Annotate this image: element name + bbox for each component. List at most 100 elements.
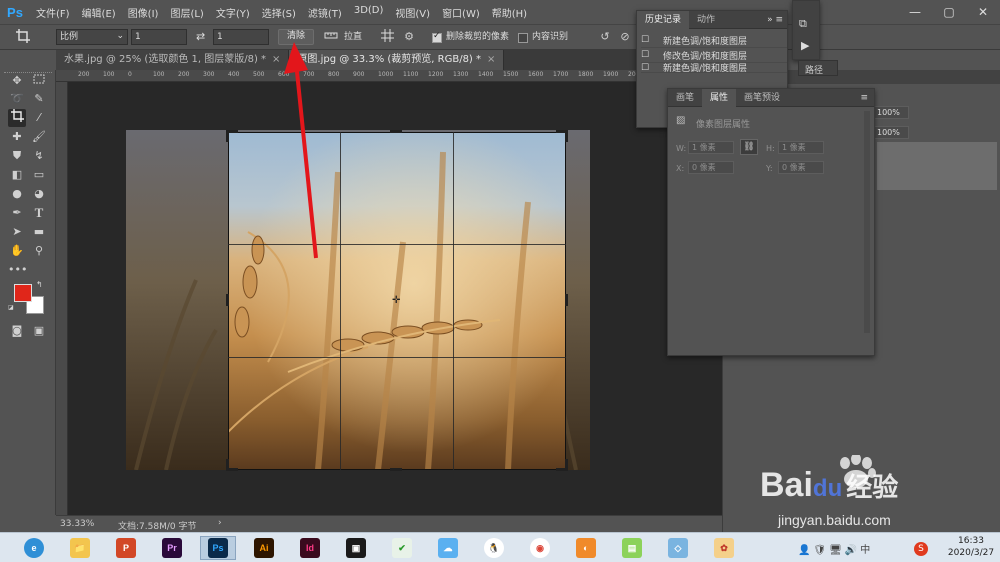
- menu-item[interactable]: 滤镜(T): [302, 5, 348, 20]
- menu-item[interactable]: 图层(L): [164, 5, 209, 20]
- history-item[interactable]: ☐ 新建色调/饱和度图层: [641, 33, 787, 48]
- clock[interactable]: 16:33 2020/3/27: [946, 535, 996, 559]
- menu-item[interactable]: 视图(V): [389, 5, 436, 20]
- straighten-label[interactable]: 拉直: [344, 29, 362, 45]
- close-icon[interactable]: ×: [487, 50, 495, 70]
- quick-select-tool-icon[interactable]: ✎: [30, 90, 48, 108]
- crop-tool-preset-icon[interactable]: [14, 29, 32, 47]
- taskbar-app-fox-icon[interactable]: ◐: [568, 536, 604, 560]
- history-item[interactable]: ☐ 新建色调/饱和度图层: [641, 63, 787, 73]
- eyedropper-tool-icon[interactable]: ⁄: [30, 109, 48, 127]
- crop-handle-top-left[interactable]: [226, 130, 229, 142]
- history-item[interactable]: ☐ 修改色调/饱和度图层: [641, 48, 787, 63]
- pen-tool-icon[interactable]: ✒: [8, 204, 26, 222]
- taskbar-browser-icon[interactable]: e: [16, 536, 52, 560]
- close-button[interactable]: ✕: [966, 0, 1000, 24]
- screen-mode-icon[interactable]: ▣: [30, 322, 48, 340]
- width-field[interactable]: 1 像素: [688, 141, 734, 154]
- more-tools-icon[interactable]: •••: [8, 261, 27, 279]
- swap-icon[interactable]: ⇄: [196, 29, 205, 45]
- taskbar-app-chat-icon[interactable]: ☁: [430, 536, 466, 560]
- panel-menu-icon[interactable]: » ≡: [767, 15, 787, 25]
- ratio-width-input[interactable]: 1: [131, 29, 187, 45]
- healing-brush-tool-icon[interactable]: ✚: [8, 128, 26, 146]
- crop-handle-top[interactable]: [390, 130, 402, 133]
- crop-handle-right[interactable]: [565, 294, 568, 306]
- grid-overlay-icon[interactable]: [378, 29, 396, 45]
- tab-brush[interactable]: 画笔: [668, 89, 702, 107]
- tab-properties[interactable]: 属性: [702, 88, 737, 107]
- ratio-select[interactable]: 比例 ⌄: [56, 29, 128, 45]
- layer-row-selected[interactable]: [877, 142, 997, 190]
- menu-item[interactable]: 帮助(H): [486, 5, 533, 20]
- tab-actions[interactable]: 动作: [689, 11, 723, 29]
- paths-tab[interactable]: 路径: [798, 60, 838, 76]
- cancel-icon[interactable]: ⊘: [616, 29, 634, 45]
- zoom-tool-icon[interactable]: ⚲: [30, 242, 48, 260]
- rectangle-tool-icon[interactable]: ▬: [30, 223, 48, 241]
- tab-fruit[interactable]: 水果.jpg @ 25% (选取颜色 1, 图层蒙版/8) * ×: [56, 50, 290, 70]
- menu-item[interactable]: 选择(S): [256, 5, 302, 20]
- quick-mask-icon[interactable]: ◙: [8, 322, 26, 340]
- taskbar-illustrator-icon[interactable]: Ai: [246, 536, 282, 560]
- taskbar-qq-icon[interactable]: 🐧: [476, 536, 512, 560]
- crop-handle-top-right[interactable]: [565, 130, 568, 142]
- taskbar-photoshop-icon[interactable]: Ps: [200, 536, 236, 560]
- taskbar-video-icon[interactable]: ▣: [338, 536, 374, 560]
- crop-handle-bottom-right[interactable]: [565, 459, 568, 471]
- path-select-tool-icon[interactable]: ➤: [8, 223, 26, 241]
- play-icon[interactable]: ▶: [801, 39, 809, 52]
- dodge-tool-icon[interactable]: ◕: [30, 185, 48, 203]
- foreground-color-swatch[interactable]: [14, 284, 32, 302]
- panel-menu-icon[interactable]: ≡: [860, 93, 874, 103]
- taskbar-premiere-icon[interactable]: Pr: [154, 536, 190, 560]
- taskbar-indesign-icon[interactable]: Id: [292, 536, 328, 560]
- reset-icon[interactable]: ↺: [596, 29, 614, 45]
- lasso-tool-icon[interactable]: ➰: [8, 90, 26, 108]
- default-colors-icon[interactable]: ◪: [8, 304, 16, 312]
- minimize-button[interactable]: —: [898, 0, 932, 24]
- tab-history[interactable]: 历史记录: [637, 10, 690, 29]
- tab-brush-presets[interactable]: 画笔预设: [736, 89, 788, 107]
- menu-item[interactable]: 3D(D): [348, 5, 390, 20]
- fill-field[interactable]: 100%: [873, 126, 909, 139]
- swap-colors-icon[interactable]: ↰: [36, 280, 43, 289]
- eraser-tool-icon[interactable]: ◧: [8, 166, 26, 184]
- type-tool-icon[interactable]: T: [30, 204, 48, 222]
- menu-item[interactable]: 文件(F): [30, 5, 76, 20]
- ratio-height-input[interactable]: 1: [213, 29, 269, 45]
- crop-handle-bottom-left[interactable]: [226, 459, 229, 471]
- taskbar-app-files-icon[interactable]: ◇: [660, 536, 696, 560]
- hand-tool-icon[interactable]: ✋: [8, 242, 26, 260]
- brush-tool-icon[interactable]: 🖌: [30, 128, 48, 146]
- crop-handle-bottom[interactable]: [390, 468, 402, 471]
- menu-item[interactable]: 图像(I): [122, 5, 165, 20]
- move-tool-icon[interactable]: ✥: [8, 72, 26, 90]
- tray-icons[interactable]: 👤🛡🖥🔊中: [798, 541, 873, 556]
- taskbar-powerpoint-icon[interactable]: P: [108, 536, 144, 560]
- menu-item[interactable]: 文字(Y): [210, 5, 256, 20]
- crop-tool-icon[interactable]: [8, 109, 26, 127]
- content-aware-checkbox[interactable]: [518, 33, 528, 43]
- gradient-tool-icon[interactable]: ▭: [30, 166, 48, 184]
- taskbar-explorer-icon[interactable]: 📁: [62, 536, 98, 560]
- gear-icon[interactable]: ⚙: [400, 29, 418, 45]
- menu-item[interactable]: 窗口(W): [436, 5, 486, 20]
- taskbar-app-green-icon[interactable]: ✔: [384, 536, 420, 560]
- status-menu-arrow[interactable]: ›: [218, 518, 222, 528]
- x-field[interactable]: 0 像素: [688, 161, 734, 174]
- taskbar-chrome-icon[interactable]: ◉: [522, 536, 558, 560]
- link-icon[interactable]: ⛓: [740, 139, 758, 155]
- history-snapshot-icon[interactable]: ⧉: [799, 17, 807, 31]
- menu-item[interactable]: 编辑(E): [76, 5, 122, 20]
- y-field[interactable]: 0 像素: [778, 161, 824, 174]
- taskbar-app-game-icon[interactable]: ✿: [706, 536, 742, 560]
- properties-scrollbar[interactable]: [864, 111, 870, 333]
- maximize-button[interactable]: ▢: [932, 0, 966, 24]
- crop-handle-left[interactable]: [226, 294, 229, 306]
- taskbar-app-notes-icon[interactable]: ▤: [614, 536, 650, 560]
- blur-tool-icon[interactable]: ●: [8, 185, 26, 203]
- zoom-level[interactable]: 33.33%: [60, 519, 94, 529]
- height-field[interactable]: 1 像素: [778, 141, 824, 154]
- marquee-tool-icon[interactable]: [30, 72, 48, 90]
